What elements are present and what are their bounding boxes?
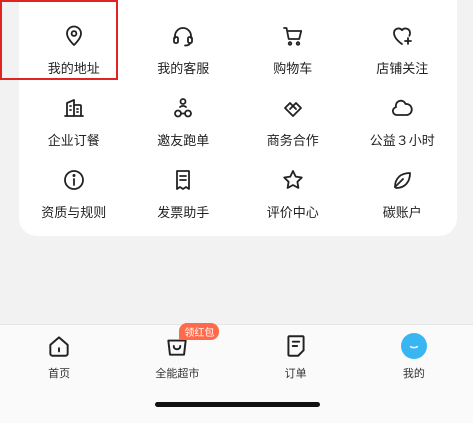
menu-item-qualifications-rules[interactable]: 资质与规则 bbox=[19, 160, 129, 232]
person-bike-icon bbox=[174, 98, 193, 118]
menu-item-store-follow[interactable]: 店铺关注 bbox=[348, 16, 458, 88]
me-face-icon bbox=[400, 333, 427, 359]
tab-label: 我的 bbox=[402, 367, 425, 380]
cart-icon bbox=[282, 27, 302, 46]
red-packet-badge: 领红包 bbox=[179, 323, 220, 340]
menu-item-label: 碳账户 bbox=[382, 206, 422, 221]
tab-home[interactable]: 首页 bbox=[0, 325, 118, 395]
bottom-tab-bar: 首页 领红包 全能超市 订单 我的 bbox=[0, 323, 473, 423]
tab-supermarket[interactable]: 领红包 全能超市 bbox=[118, 323, 236, 395]
menu-item-label: 邀友跑单 bbox=[157, 134, 210, 149]
menu-item-review-center[interactable]: 评价中心 bbox=[238, 160, 348, 232]
cloud-icon bbox=[392, 99, 413, 116]
menu-item-label: 企业订餐 bbox=[47, 134, 100, 149]
menu-item-label: 公益３小时 bbox=[369, 134, 435, 149]
location-pin-icon bbox=[65, 25, 82, 46]
menu-item-business-cooperation[interactable]: 商务合作 bbox=[238, 88, 348, 160]
tab-label: 首页 bbox=[48, 367, 71, 380]
home-indicator[interactable] bbox=[155, 402, 320, 407]
leaf-icon bbox=[394, 172, 412, 189]
handshake-icon bbox=[283, 102, 302, 117]
tab-label: 订单 bbox=[284, 367, 307, 380]
menu-item-label: 商务合作 bbox=[266, 134, 319, 149]
menu-item-label: 我的客服 bbox=[157, 62, 210, 77]
home-icon bbox=[49, 336, 69, 357]
menu-item-label: 购物车 bbox=[273, 62, 313, 77]
star-icon bbox=[283, 170, 303, 189]
receipt-icon bbox=[176, 170, 191, 190]
menu-item-my-address[interactable]: 我的地址 bbox=[19, 16, 129, 88]
building-icon bbox=[63, 99, 84, 117]
services-card: 我的地址 我的客服 购物车 店铺关注 企业订餐 邀友跑单 商务合作 公益３小时 … bbox=[0, 0, 457, 236]
menu-item-carbon-account[interactable]: 碳账户 bbox=[348, 160, 458, 232]
menu-item-label: 店铺关注 bbox=[376, 62, 429, 77]
menu-item-invoice-assistant[interactable]: 发票助手 bbox=[129, 160, 239, 232]
menu-item-customer-service[interactable]: 我的客服 bbox=[129, 16, 239, 88]
tab-list: 首页 领红包 全能超市 订单 我的 bbox=[0, 323, 473, 395]
heart-plus-icon bbox=[393, 27, 413, 45]
menu-item-label: 资质与规则 bbox=[41, 206, 107, 221]
order-note-icon bbox=[287, 335, 305, 357]
menu-item-cart[interactable]: 购物车 bbox=[238, 16, 348, 88]
menu-item-label: 我的地址 bbox=[47, 62, 100, 77]
tab-label: 全能超市 bbox=[155, 367, 200, 380]
menu-item-charity[interactable]: 公益３小时 bbox=[348, 88, 458, 160]
tab-orders[interactable]: 订单 bbox=[237, 325, 355, 395]
headset-icon bbox=[173, 27, 194, 47]
tab-me[interactable]: 我的 bbox=[355, 325, 473, 395]
menu-item-label: 评价中心 bbox=[266, 206, 319, 221]
menu-item-corporate-dining[interactable]: 企业订餐 bbox=[19, 88, 129, 160]
info-icon bbox=[63, 170, 84, 190]
menu-item-label: 发票助手 bbox=[157, 206, 210, 221]
menu-item-invite-friends[interactable]: 邀友跑单 bbox=[129, 88, 239, 160]
services-grid: 我的地址 我的客服 购物车 店铺关注 企业订餐 邀友跑单 商务合作 公益３小时 … bbox=[19, 0, 457, 252]
